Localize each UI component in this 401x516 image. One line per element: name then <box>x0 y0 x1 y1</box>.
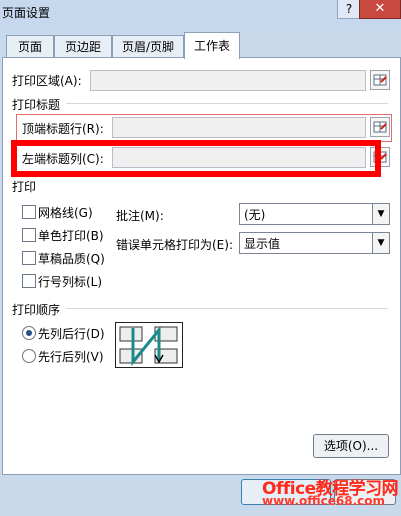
range-select-icon <box>373 74 387 86</box>
tab-header-footer[interactable]: 页眉/页脚 <box>112 35 184 58</box>
cell-errors-select[interactable]: 显示值 ▼ <box>239 232 390 254</box>
options-button[interactable]: 选项(O)... <box>313 434 389 458</box>
page-order-section: 打印顺序 <box>12 303 61 317</box>
watermark-url: www.office68.com <box>262 494 386 508</box>
highlight-box <box>11 140 381 177</box>
print-titles-section: 打印标题 <box>12 98 61 112</box>
rows-collapse-button[interactable] <box>370 117 390 137</box>
tab-margins[interactable]: 页边距 <box>54 35 112 58</box>
black-and-white-label: 单色打印(B) <box>38 229 104 243</box>
window-title: 页面设置 <box>2 6 51 20</box>
black-and-white-checkbox[interactable] <box>22 228 36 242</box>
row-col-headings-label: 行号列标(L) <box>38 275 103 289</box>
print-section: 打印 <box>12 180 37 194</box>
section-divider <box>66 308 388 309</box>
over-then-down-label: 先行后列(V) <box>38 350 104 364</box>
comments-label: 批注(M): <box>116 209 164 223</box>
close-button[interactable]: ✕ <box>359 0 401 19</box>
page-order-diagram <box>115 322 183 368</box>
chevron-down-icon: ▼ <box>372 204 389 224</box>
gridlines-checkbox[interactable] <box>22 205 36 219</box>
comments-value: (无) <box>244 208 266 222</box>
draft-quality-checkbox[interactable] <box>22 251 36 265</box>
tab-page[interactable]: 页面 <box>6 35 54 58</box>
rows-to-repeat-label: 顶端标题行(R): <box>22 122 104 136</box>
rows-to-repeat-input[interactable] <box>112 117 366 138</box>
gridlines-label: 网格线(G) <box>38 206 93 220</box>
row-col-headings-checkbox[interactable] <box>22 274 36 288</box>
comments-select[interactable]: (无) ▼ <box>239 203 390 225</box>
print-area-label: 打印区域(A): <box>12 74 82 88</box>
tab-sheet[interactable]: 工作表 <box>184 32 240 59</box>
chevron-down-icon: ▼ <box>372 233 389 253</box>
cell-errors-value: 显示值 <box>244 237 281 251</box>
draft-quality-label: 草稿品质(Q) <box>38 252 105 266</box>
range-select-icon <box>373 121 387 133</box>
radio-selected-dot <box>26 330 32 336</box>
down-then-over-label: 先列后行(D) <box>38 327 105 341</box>
over-then-down-radio[interactable] <box>22 349 36 363</box>
section-divider <box>66 103 388 104</box>
page-order-preview-icon <box>115 322 183 368</box>
help-button[interactable]: ? <box>337 0 361 19</box>
print-area-input[interactable] <box>90 70 366 91</box>
down-then-over-radio[interactable] <box>22 326 36 340</box>
cell-errors-label: 错误单元格打印为(E): <box>116 238 233 252</box>
print-area-collapse-button[interactable] <box>370 70 390 90</box>
